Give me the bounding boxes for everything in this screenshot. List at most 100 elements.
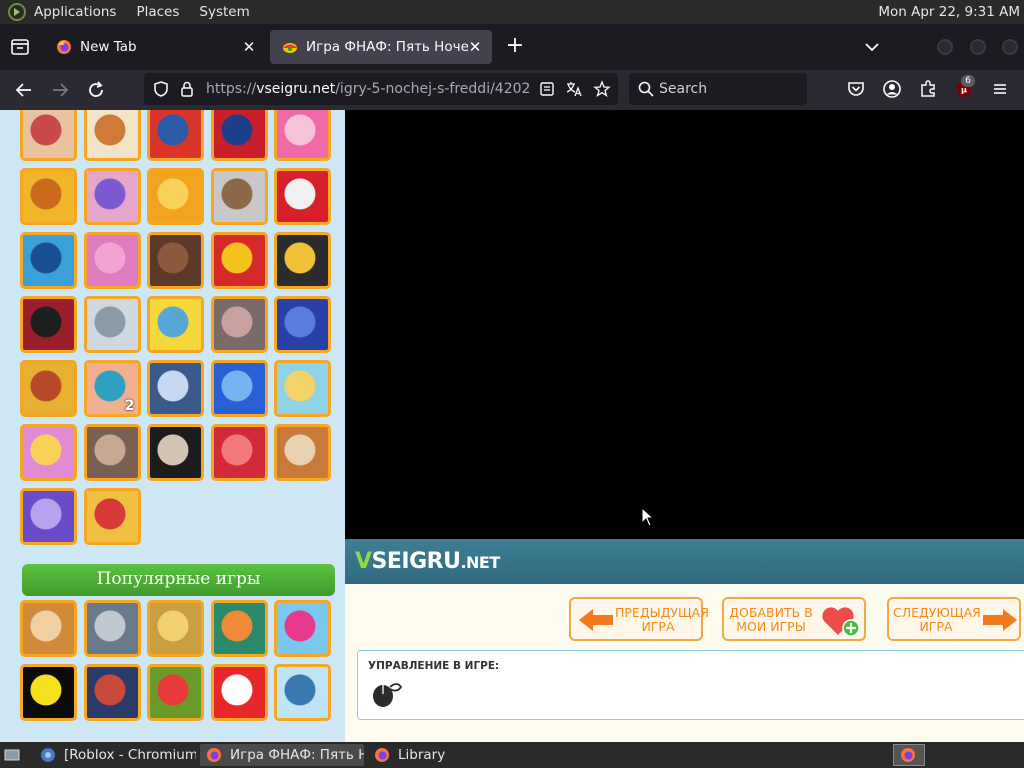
sidebar-game-thumbnail[interactable] <box>147 110 204 161</box>
taskbar-item-chromium[interactable]: [Roblox - Chromium] <box>34 744 196 766</box>
account-icon[interactable] <box>881 78 903 100</box>
add-to-my-games-button[interactable]: ДОБАВИТЬ В МОИ ИГРЫ <box>722 597 866 641</box>
sidebar-game-thumbnail[interactable] <box>274 232 331 289</box>
sidebar-game-thumbnail[interactable] <box>210 360 268 417</box>
logo-main: SEIGRU <box>371 549 461 574</box>
window-close-button[interactable] <box>1002 39 1018 55</box>
popular-game-thumbnail[interactable] <box>83 600 141 657</box>
next-game-button[interactable]: СЛЕДУЮЩАЯ ИГРА <box>887 597 1021 641</box>
sidebar-game-thumbnail[interactable] <box>20 488 77 545</box>
sidebar-game-thumbnail[interactable] <box>83 232 141 289</box>
game-thumbnail-image <box>213 667 265 718</box>
tracking-protection-shield-icon[interactable] <box>152 80 170 98</box>
popular-game-thumbnail[interactable] <box>83 664 141 721</box>
bookmark-star-icon[interactable] <box>593 80 611 98</box>
popular-game-thumbnail[interactable] <box>147 664 204 721</box>
next-label-line1: СЛЕДУЮЩАЯ <box>893 605 981 620</box>
hamburger-menu-icon[interactable] <box>989 78 1011 100</box>
sidebar-game-thumbnail[interactable] <box>20 168 77 225</box>
desktop-icon <box>4 749 20 761</box>
site-logo[interactable]: VSEIGRU.NET <box>355 549 500 574</box>
close-icon[interactable]: ✕ <box>240 38 258 56</box>
sidebar-game-thumbnail[interactable] <box>210 168 268 225</box>
places-menu[interactable]: Places <box>136 4 179 20</box>
sidebar-game-thumbnail[interactable] <box>147 424 204 481</box>
game-thumbnail-image <box>23 427 74 478</box>
close-icon[interactable]: ✕ <box>466 38 484 56</box>
tab-fnaf-game[interactable]: Игра ФНАФ: Пять Ночей с Фредди ✕ <box>270 30 492 64</box>
sidebar-game-thumbnail[interactable] <box>20 296 77 353</box>
game-thumbnail-image <box>150 427 201 478</box>
sidebar-game-thumbnail[interactable] <box>83 488 141 545</box>
search-bar[interactable]: Search <box>629 73 807 105</box>
game-thumbnail-image <box>150 171 201 222</box>
back-arrow-icon[interactable] <box>12 78 36 102</box>
tab-bar: New Tab ✕ Игра ФНАФ: Пять Ночей с Фредди… <box>0 24 1024 70</box>
game-canvas[interactable] <box>345 110 1024 539</box>
sidebar-game-thumbnail[interactable]: 2 <box>83 360 141 417</box>
sidebar-game-thumbnail[interactable] <box>147 232 204 289</box>
game-thumbnail-image <box>150 667 201 718</box>
url-bar[interactable]: https://vseigru.net/igry-5-nochej-s-fred… <box>144 73 618 105</box>
popular-game-thumbnail[interactable] <box>210 664 268 721</box>
popular-game-thumbnail[interactable] <box>20 600 77 657</box>
sidebar-game-thumbnail[interactable] <box>20 232 77 289</box>
sidebar-game-thumbnail[interactable] <box>147 168 204 225</box>
reload-icon[interactable] <box>84 78 108 102</box>
applications-menu-icon[interactable] <box>8 3 26 21</box>
sidebar-game-thumbnail[interactable] <box>20 110 77 161</box>
popular-game-thumbnail[interactable] <box>274 600 331 657</box>
game-thumbnail-image <box>23 110 74 158</box>
lock-icon[interactable] <box>178 80 196 98</box>
sidebar-game-thumbnail[interactable] <box>20 360 77 417</box>
reader-view-icon[interactable] <box>538 80 556 98</box>
game-thumbnail-image <box>86 603 138 654</box>
sidebar-game-thumbnail[interactable] <box>274 296 331 353</box>
url-text[interactable]: https://vseigru.net/igry-5-nochej-s-fred… <box>206 81 530 97</box>
sidebar-game-thumbnail[interactable] <box>83 110 141 161</box>
sidebar-game-thumbnail[interactable] <box>274 360 331 417</box>
sidebar-game-thumbnail[interactable] <box>274 168 331 225</box>
sidebar-game-thumbnail[interactable] <box>210 424 268 481</box>
taskbar-item-library[interactable]: Library <box>368 744 508 766</box>
workspace-switcher[interactable] <box>893 744 925 766</box>
maximize-button[interactable] <box>970 39 986 55</box>
taskbar-item-label: Игра ФНАФ: Пять Ночей с Фредди <box>230 747 364 763</box>
sidebar-game-thumbnail[interactable] <box>210 232 268 289</box>
clock[interactable]: Mon Apr 22, 9:31 AM <box>878 4 1020 20</box>
sidebar-game-thumbnail[interactable] <box>147 296 204 353</box>
applications-menu[interactable]: Applications <box>34 4 116 20</box>
show-desktop-button[interactable] <box>2 744 30 766</box>
minimize-button[interactable] <box>937 39 953 55</box>
bottom-taskbar: [Roblox - Chromium] Игра ФНАФ: Пять Ноче… <box>0 742 1024 768</box>
sidebar-game-thumbnail[interactable] <box>147 360 204 417</box>
firefox-icon <box>57 40 71 54</box>
forward-arrow-icon[interactable] <box>48 78 72 102</box>
sidebar-game-thumbnail[interactable] <box>20 424 77 481</box>
tab-new-tab[interactable]: New Tab ✕ <box>44 30 266 64</box>
popular-game-thumbnail[interactable] <box>20 664 77 721</box>
firefox-view-icon[interactable] <box>8 35 32 59</box>
sidebar-game-thumbnail[interactable] <box>210 110 268 161</box>
popular-game-thumbnail[interactable] <box>210 600 268 657</box>
sidebar-game-thumbnail[interactable] <box>274 110 331 161</box>
sidebar-game-thumbnail[interactable] <box>83 168 141 225</box>
pocket-icon[interactable] <box>845 78 867 100</box>
system-menu[interactable]: System <box>199 4 249 20</box>
sidebar-game-thumbnail[interactable] <box>83 296 141 353</box>
top-panel: Applications Places System Mon Apr 22, 9… <box>0 0 1024 24</box>
popular-game-thumbnail[interactable] <box>274 664 331 721</box>
popular-game-thumbnail[interactable] <box>147 600 204 657</box>
previous-game-button[interactable]: ПРЕДЫДУЩАЯ ИГРА <box>569 597 709 641</box>
sidebar-game-thumbnail[interactable] <box>210 296 268 353</box>
game-thumbnail-image <box>23 235 74 286</box>
sidebar-game-thumbnail[interactable] <box>83 424 141 481</box>
sidebar-game-thumbnail[interactable] <box>274 424 331 481</box>
vseigru-favicon-icon <box>283 43 297 53</box>
new-tab-plus-icon[interactable]: + <box>504 35 526 58</box>
extensions-puzzle-icon[interactable] <box>917 78 939 100</box>
taskbar-item-firefox-fnaf[interactable]: Игра ФНАФ: Пять Ночей с Фредди <box>200 744 364 766</box>
chevron-down-icon[interactable] <box>862 37 882 57</box>
translate-icon[interactable] <box>565 80 583 98</box>
arrow-left-icon <box>579 609 613 631</box>
